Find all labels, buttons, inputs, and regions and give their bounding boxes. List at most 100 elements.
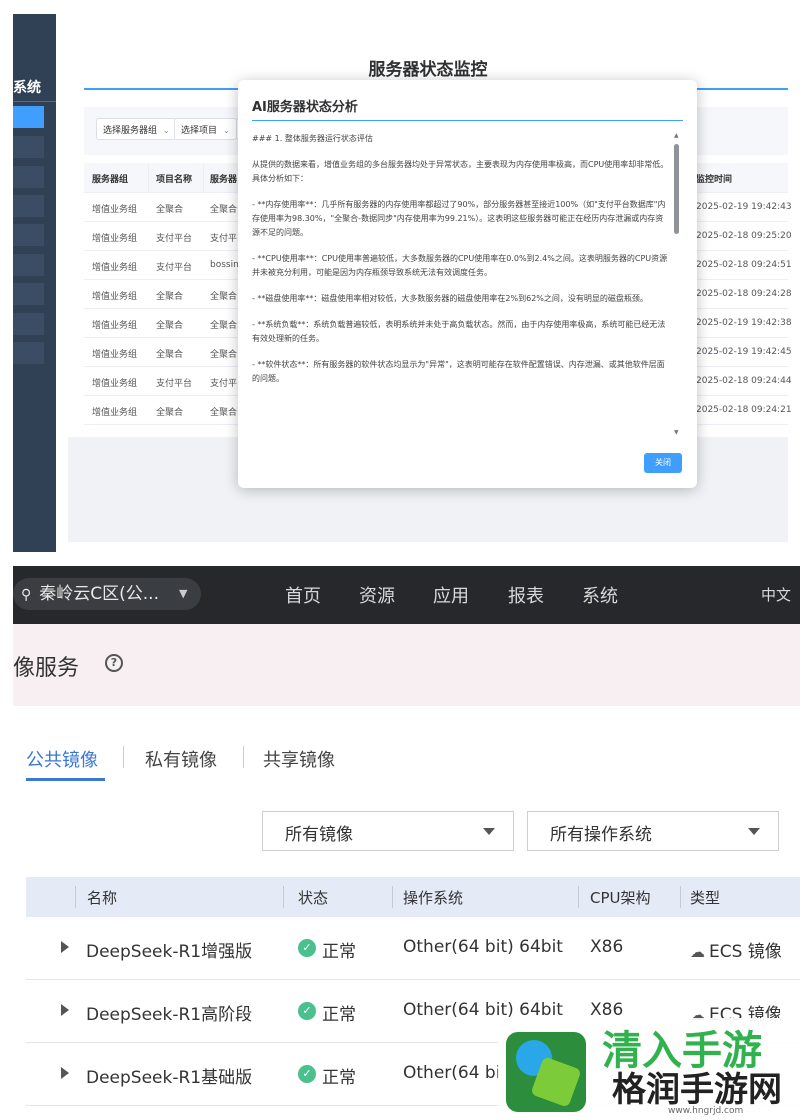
nav-apps[interactable]: 应用 <box>433 582 469 608</box>
expand-row-icon[interactable] <box>61 941 69 953</box>
sidebar-item[interactable] <box>13 254 44 276</box>
scroll-up-icon[interactable]: ▲ <box>674 132 679 139</box>
image-filter-dropdown[interactable]: 所有镜像 <box>262 811 514 851</box>
nav-home[interactable]: 首页 <box>285 582 321 608</box>
image-name[interactable]: DeepSeek-R1基础版 <box>86 1063 252 1088</box>
watermark-url: www.hngrjd.com <box>668 1106 744 1116</box>
sidebar-item[interactable] <box>13 342 44 364</box>
sidebar-title: 系统 <box>13 80 41 96</box>
help-icon[interactable]: ? <box>105 654 123 672</box>
image-os: Other(64 bit) 64bit <box>403 937 563 957</box>
sidebar-item[interactable] <box>13 166 44 188</box>
analysis-paragraph: - **磁盘使用率**：磁盘使用率相对较低，大多数服务器的磁盘使用率在2%到62… <box>252 294 648 303</box>
sidebar-item[interactable] <box>13 224 44 246</box>
cell-project: 支付平台 <box>156 379 193 389</box>
analysis-paragraph: - **内存使用率**：几乎所有服务器的内存使用率都超过了90%，部分服务器甚至… <box>252 200 666 237</box>
cell-time: 2025-02-18 09:25:20 <box>696 231 792 241</box>
language-switch[interactable]: 中文 <box>761 584 791 605</box>
caret-down-icon: ▼ <box>179 587 188 600</box>
column-header: 服务器组 <box>92 175 129 185</box>
region-selector[interactable]: ⚲ 秦岭云C区(公... ▼ <box>13 578 201 610</box>
cell-project: 全聚合 <box>156 321 184 331</box>
sidebar-divider <box>13 101 56 102</box>
sidebar-item[interactable] <box>13 195 44 217</box>
nav-system[interactable]: 系统 <box>582 582 618 608</box>
cell-server: 全聚合 <box>210 321 238 331</box>
server-group-select[interactable]: 选择服务器组 ⌄ <box>96 118 177 140</box>
column-divider <box>392 886 393 908</box>
site-logo-icon <box>506 1032 586 1112</box>
cell-time: 2025-02-18 09:24:28 <box>696 289 792 299</box>
scrollbar-thumb[interactable] <box>674 144 679 234</box>
cell-time: 2025-02-19 19:42:45 <box>696 347 792 357</box>
os-filter-value: 所有操作系统 <box>550 825 652 845</box>
os-filter-dropdown[interactable]: 所有操作系统 <box>527 811 779 851</box>
top-nav: ⚲ 秦岭云C区(公... ▼ 首页 资源 应用 报表 系统 中文 <box>13 566 800 624</box>
dialog-body[interactable]: ### 1. 整体服务器运行状态评估 从提供的数据来看，增值业务组的多台服务器均… <box>252 132 670 434</box>
analysis-paragraph: - **系统负载**：系统负载普遍较低，表明系统并未处于高负载状态。然而，由于内… <box>252 320 666 343</box>
server-group-select-label: 选择服务器组 <box>103 126 158 136</box>
cell-time: 2025-02-18 09:24:21 <box>696 405 792 415</box>
column-header-name: 名称 <box>87 889 118 907</box>
active-tab-indicator <box>26 778 105 781</box>
dialog-title: AI服务器状态分析 <box>252 100 358 115</box>
cell-server: 支付平 <box>210 379 238 389</box>
image-filter-value: 所有镜像 <box>285 825 353 845</box>
cell-server: bossin <box>210 260 239 270</box>
sidebar-item[interactable] <box>13 313 44 335</box>
cell-group: 增值业务组 <box>92 379 138 389</box>
check-circle-icon: ✓ <box>298 939 316 957</box>
tab-private-images[interactable]: 私有镜像 <box>145 746 217 772</box>
page-title: 像服务 <box>13 656 80 681</box>
chevron-down-icon: ⌄ <box>163 126 170 135</box>
sidebar-item[interactable] <box>13 283 44 305</box>
tab-separator <box>123 746 124 768</box>
tab-public-images[interactable]: 公共镜像 <box>26 746 98 772</box>
image-row[interactable]: DeepSeek-R1增强版 ✓ 正常 Other(64 bit) 64bit X86 ☁… <box>26 917 800 980</box>
site-watermark: 清入手游 格润手游网 www.hngrjd.com <box>498 1018 800 1120</box>
left-sidebar: 系统 <box>13 14 56 552</box>
dialog-scrollbar[interactable]: ▲ ▼ <box>673 132 681 437</box>
image-status: 正常 <box>322 1005 356 1025</box>
image-name[interactable]: DeepSeek-R1增强版 <box>86 937 252 962</box>
close-button[interactable]: 关闭 <box>644 453 682 473</box>
image-os: Other(64 bit) 64bit <box>403 1000 563 1020</box>
column-header-os: 操作系统 <box>403 889 464 907</box>
cell-group: 增值业务组 <box>92 292 138 302</box>
cell-group: 增值业务组 <box>92 205 138 215</box>
sidebar-item-active[interactable] <box>13 106 44 128</box>
cell-server: 全聚合 <box>210 408 238 418</box>
image-name[interactable]: DeepSeek-R1高阶段 <box>86 1000 252 1025</box>
sidebar-item[interactable] <box>13 136 44 158</box>
scroll-down-icon[interactable]: ▼ <box>674 429 679 436</box>
expand-row-icon[interactable] <box>61 1067 69 1079</box>
cell-project: 支付平台 <box>156 234 193 244</box>
monitor-screenshot: 系统 服务器状态监控 选择服务器组⌄ 选择项目⌄ 选 服务器组 项目名称 服务器… <box>0 0 800 556</box>
page-header: 像服务 ? <box>13 624 800 706</box>
caret-down-icon <box>748 828 760 835</box>
cell-project: 全聚合 <box>156 350 184 360</box>
image-status: 正常 <box>322 1068 356 1088</box>
tab-shared-images[interactable]: 共享镜像 <box>263 746 335 772</box>
column-header-status: 状态 <box>298 889 329 907</box>
nav-resources[interactable]: 资源 <box>359 582 395 608</box>
column-header-type: 类型 <box>690 889 721 907</box>
cell-time: 2025-02-18 09:24:51 <box>696 260 792 270</box>
analysis-paragraph: 从提供的数据来看，增值业务组的多台服务器均处于异常状态，主要表现为内存使用率极高… <box>252 160 669 183</box>
chevron-down-icon: ⌄ <box>223 126 230 135</box>
cell-time: 2025-02-19 19:42:43 <box>696 202 792 212</box>
dialog-title-underline <box>252 120 683 121</box>
column-divider <box>578 886 579 908</box>
cell-group: 增值业务组 <box>92 234 138 244</box>
nav-reports[interactable]: 报表 <box>508 582 544 608</box>
analysis-paragraph: - **软件状态**：所有服务器的软件状态均显示为"异常"，这表明可能存在软件配… <box>252 360 665 383</box>
cell-time: 2025-02-18 09:24:44 <box>696 376 792 386</box>
cell-project: 支付平台 <box>156 263 193 273</box>
expand-row-icon[interactable] <box>61 1004 69 1016</box>
cell-server: 全聚合 <box>210 292 238 302</box>
analysis-paragraph: ### 1. 整体服务器运行状态评估 <box>252 134 373 143</box>
project-select[interactable]: 选择项目 ⌄ <box>174 118 237 140</box>
cell-group: 增值业务组 <box>92 263 138 273</box>
column-header: 项目名称 <box>156 175 193 185</box>
column-header: 监控时间 <box>696 175 733 185</box>
